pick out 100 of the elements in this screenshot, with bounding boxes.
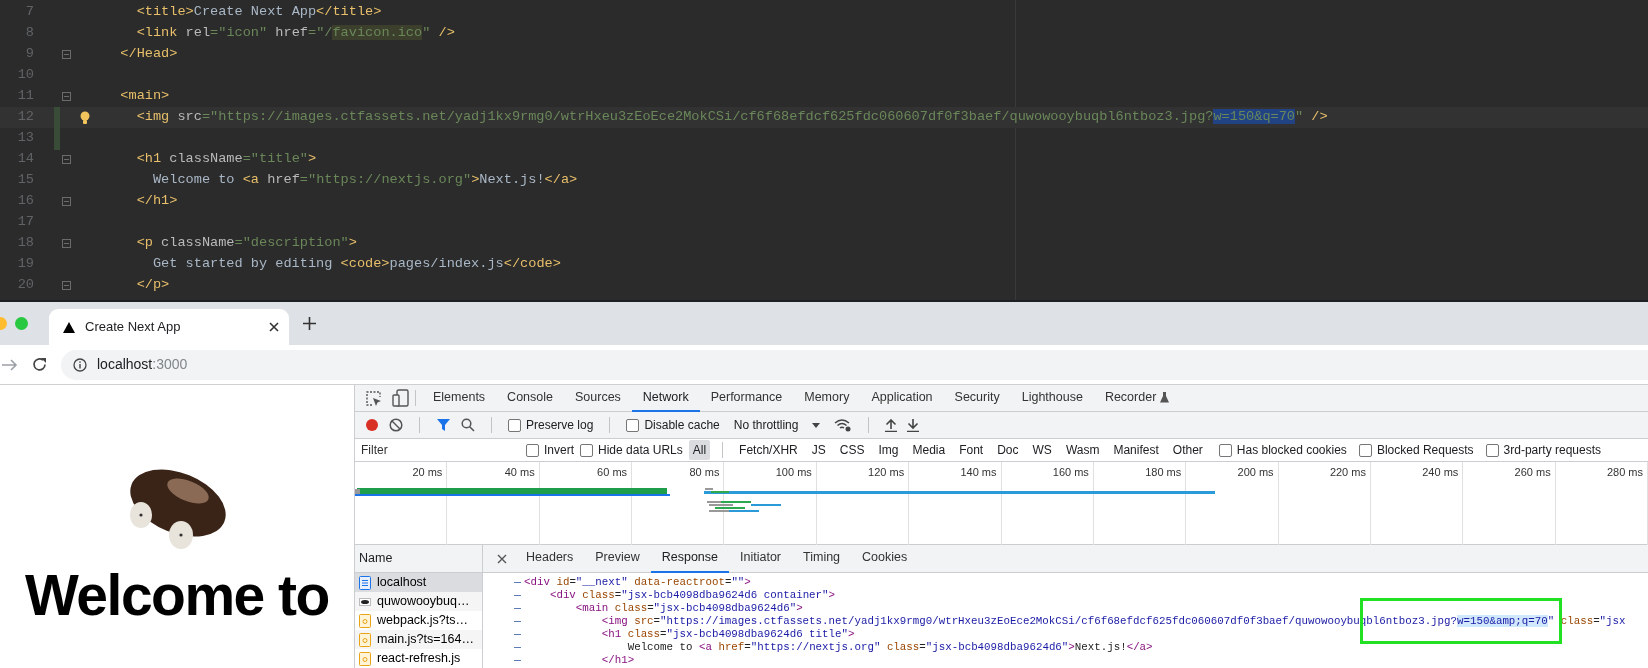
devtools-tab[interactable]: Memory: [793, 384, 861, 412]
code-line: <h1 className="title">: [135, 150, 317, 169]
tick-label: 180 ms: [1093, 462, 1187, 482]
url-text: localhost:3000: [97, 355, 188, 374]
code-line: </h1>: [600, 653, 635, 668]
collapse-marker-icon[interactable]: [514, 607, 521, 610]
fold-icon[interactable]: [61, 50, 71, 59]
resource-type-filter[interactable]: Other: [1168, 440, 1207, 460]
close-icon[interactable]: [269, 322, 279, 332]
collapse-marker-icon[interactable]: [514, 633, 521, 636]
forward-icon[interactable]: [2, 358, 18, 371]
devtools-tab[interactable]: Recorder: [1093, 384, 1181, 412]
code-line: </h1>: [135, 192, 178, 211]
code-line: <div id="__next" data-reactroot="">: [524, 575, 751, 590]
resource-type-filter[interactable]: Manifest: [1109, 440, 1163, 460]
devtools-tab[interactable]: Lighthouse: [1010, 384, 1094, 412]
resource-type-filter[interactable]: Fetch/XHR: [735, 440, 802, 460]
fold-icon[interactable]: [61, 197, 71, 206]
filter-option-checkbox[interactable]: Blocked Requests: [1358, 441, 1474, 459]
invert-checkbox[interactable]: Invert: [526, 441, 574, 459]
line-number: 14: [16, 150, 34, 169]
devtools-tab[interactable]: Performance: [699, 384, 794, 412]
devtools-tab[interactable]: Console: [496, 384, 564, 412]
throttling-dropdown[interactable]: No throttling: [729, 415, 825, 435]
address-field[interactable]: localhost:3000: [61, 349, 1648, 380]
code-line: <main class="jsx-bcb4098dba9624d6">: [574, 601, 803, 616]
resource-type-filter[interactable]: Img: [874, 440, 903, 460]
preserve-log-checkbox[interactable]: Preserve log: [508, 416, 594, 434]
inspect-icon[interactable]: [365, 389, 382, 407]
resource-type-filter[interactable]: Media: [908, 440, 950, 460]
filter-option-checkbox[interactable]: Has blocked cookies: [1218, 441, 1347, 459]
line-number: 9: [24, 45, 34, 64]
resource-type-filter[interactable]: WS: [1028, 440, 1056, 460]
line-number: 8: [24, 24, 34, 43]
fold-icon[interactable]: [61, 155, 71, 164]
tick-label: 280 ms: [1555, 462, 1648, 482]
line-number: 15: [16, 171, 34, 190]
tick-label: 120 ms: [816, 462, 910, 482]
line-number: 20: [16, 276, 34, 295]
page-heading: Welcome to: [25, 567, 329, 624]
resource-type-filter[interactable]: Doc: [993, 440, 1023, 460]
detail-tab[interactable]: Cookies: [851, 544, 919, 573]
tick-label: 240 ms: [1370, 462, 1464, 482]
browser-tab[interactable]: Create Next App: [49, 309, 289, 345]
download-icon[interactable]: [907, 418, 920, 432]
code-line: <h1 class="jsx-bcb4098dba9624d6 title">: [600, 627, 855, 642]
reload-icon[interactable]: [32, 357, 47, 372]
upload-icon[interactable]: [885, 418, 898, 432]
collapse-marker-icon[interactable]: [514, 659, 521, 662]
disable-cache-checkbox[interactable]: Disable cache: [626, 416, 720, 434]
detail-tab[interactable]: Headers: [515, 544, 585, 573]
device-icon[interactable]: [392, 389, 409, 407]
code-line: <div class="jsx-bcb4098dba9624d6 container">: [548, 588, 836, 603]
resource-type-filter[interactable]: All: [688, 440, 711, 460]
collapse-marker-icon[interactable]: [514, 594, 521, 597]
devtools-tab[interactable]: Sources: [564, 384, 632, 412]
collapse-marker-icon[interactable]: [514, 620, 521, 623]
code-line: Get started by editing <code>pages/index.js</code>: [151, 255, 561, 274]
tab-title: Create Next App: [85, 318, 182, 337]
resource-type-filter[interactable]: Wasm: [1061, 440, 1104, 460]
new-tab-icon[interactable]: [303, 317, 316, 330]
line-number: 11: [16, 87, 34, 106]
request-row[interactable]: quwowooybuq…: [355, 592, 482, 611]
devtools-tab[interactable]: Elements: [422, 384, 497, 412]
tick-label: 40 ms: [447, 462, 540, 482]
fold-icon[interactable]: [61, 239, 71, 248]
record-icon[interactable]: [365, 418, 379, 432]
detail-tab[interactable]: Response: [650, 544, 729, 573]
network-conditions-icon[interactable]: [834, 418, 853, 432]
collapse-marker-icon[interactable]: [514, 581, 521, 584]
clear-icon[interactable]: [389, 418, 403, 432]
detail-tab[interactable]: Timing: [792, 544, 852, 573]
info-icon[interactable]: [73, 357, 87, 372]
tick-label: 160 ms: [1001, 462, 1094, 482]
resource-type-filter[interactable]: CSS: [835, 440, 869, 460]
line-number: 17: [16, 213, 34, 232]
code-line: <link rel="icon" href="/favicon.ico" />: [135, 24, 455, 43]
code-line: </Head>: [119, 45, 178, 64]
script-file-icon: [359, 613, 371, 628]
collapse-marker-icon[interactable]: [514, 646, 521, 649]
search-icon[interactable]: [461, 418, 475, 432]
hide-data-urls-checkbox[interactable]: Hide data URLs: [580, 441, 683, 459]
fold-icon[interactable]: [61, 281, 71, 290]
lightbulb-icon[interactable]: [80, 110, 90, 125]
resource-type-filter[interactable]: Font: [955, 440, 988, 460]
column-header: Name: [355, 545, 482, 573]
close-icon[interactable]: [497, 553, 507, 564]
request-row[interactable]: main.js?ts=164…: [355, 630, 482, 649]
filter-option-checkbox[interactable]: 3rd-party requests: [1485, 441, 1601, 459]
devtools-tab[interactable]: Security: [943, 384, 1011, 412]
detail-tab[interactable]: Initiator: [729, 544, 792, 573]
detail-tab[interactable]: Preview: [584, 544, 651, 573]
resource-type-filter[interactable]: JS: [807, 440, 830, 460]
code-line: <p className="description">: [135, 234, 357, 253]
request-row[interactable]: localhost: [355, 573, 482, 592]
line-number: 13: [16, 129, 34, 148]
fold-icon[interactable]: [61, 92, 71, 101]
code-line: <title>Create Next App</title>: [135, 3, 382, 22]
devtools-tab[interactable]: Application: [860, 384, 944, 412]
filter-icon[interactable]: [436, 418, 451, 432]
